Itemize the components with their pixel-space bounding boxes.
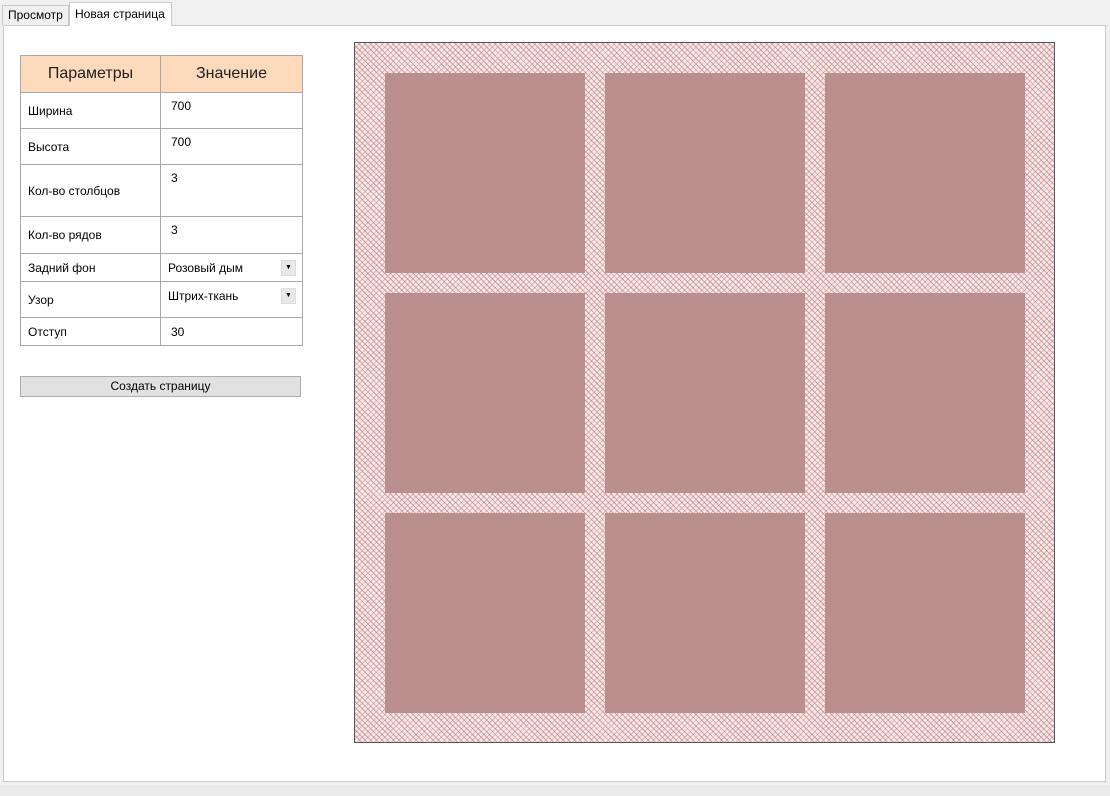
label-padding: Отступ bbox=[20, 317, 161, 346]
columns-input[interactable]: 3 bbox=[160, 164, 303, 217]
preview-cell bbox=[825, 513, 1025, 713]
tab-preview[interactable]: Просмотр bbox=[2, 5, 69, 25]
background-value: Розовый дым bbox=[168, 260, 243, 275]
background-combo[interactable]: Розовый дым ▼ bbox=[168, 257, 298, 279]
preview-cell bbox=[605, 73, 805, 273]
pattern-value: Штрих-ткань bbox=[168, 289, 239, 303]
label-background: Задний фон bbox=[20, 253, 161, 282]
label-pattern: Узор bbox=[20, 281, 161, 318]
background-select[interactable]: Розовый дым ▼ bbox=[160, 253, 303, 282]
preview-cell bbox=[385, 73, 585, 273]
preview-cell bbox=[825, 293, 1025, 493]
preview-cell bbox=[385, 293, 585, 493]
height-input[interactable]: 700 bbox=[160, 128, 303, 165]
pattern-select[interactable]: Штрих-ткань ▼ bbox=[160, 281, 303, 318]
preview-cell bbox=[825, 73, 1025, 273]
label-width: Ширина bbox=[20, 92, 161, 129]
tab-new-page[interactable]: Новая страница bbox=[69, 2, 172, 26]
padding-input[interactable]: 30 bbox=[160, 317, 303, 346]
width-input[interactable]: 700 bbox=[160, 92, 303, 129]
preview-cell bbox=[605, 293, 805, 493]
rows-input[interactable]: 3 bbox=[160, 216, 303, 254]
label-columns: Кол-во столбцов bbox=[20, 164, 161, 217]
page-preview bbox=[354, 42, 1055, 743]
header-parameters: Параметры bbox=[20, 55, 161, 93]
create-page-button[interactable]: Создать страницу bbox=[20, 376, 301, 397]
header-value: Значение bbox=[160, 55, 303, 93]
tab-strip: Просмотр Новая страница bbox=[0, 0, 1110, 26]
label-height: Высота bbox=[20, 128, 161, 165]
status-strip bbox=[0, 785, 1110, 796]
parameters-grid: Параметры Значение Ширина 700 Высота 700… bbox=[20, 55, 303, 346]
pattern-combo[interactable]: Штрих-ткань ▼ bbox=[168, 285, 298, 307]
preview-cell bbox=[385, 513, 585, 713]
preview-cell bbox=[605, 513, 805, 713]
label-rows: Кол-во рядов bbox=[20, 216, 161, 254]
chevron-down-icon[interactable]: ▼ bbox=[281, 259, 296, 276]
chevron-down-icon[interactable]: ▼ bbox=[281, 288, 296, 304]
